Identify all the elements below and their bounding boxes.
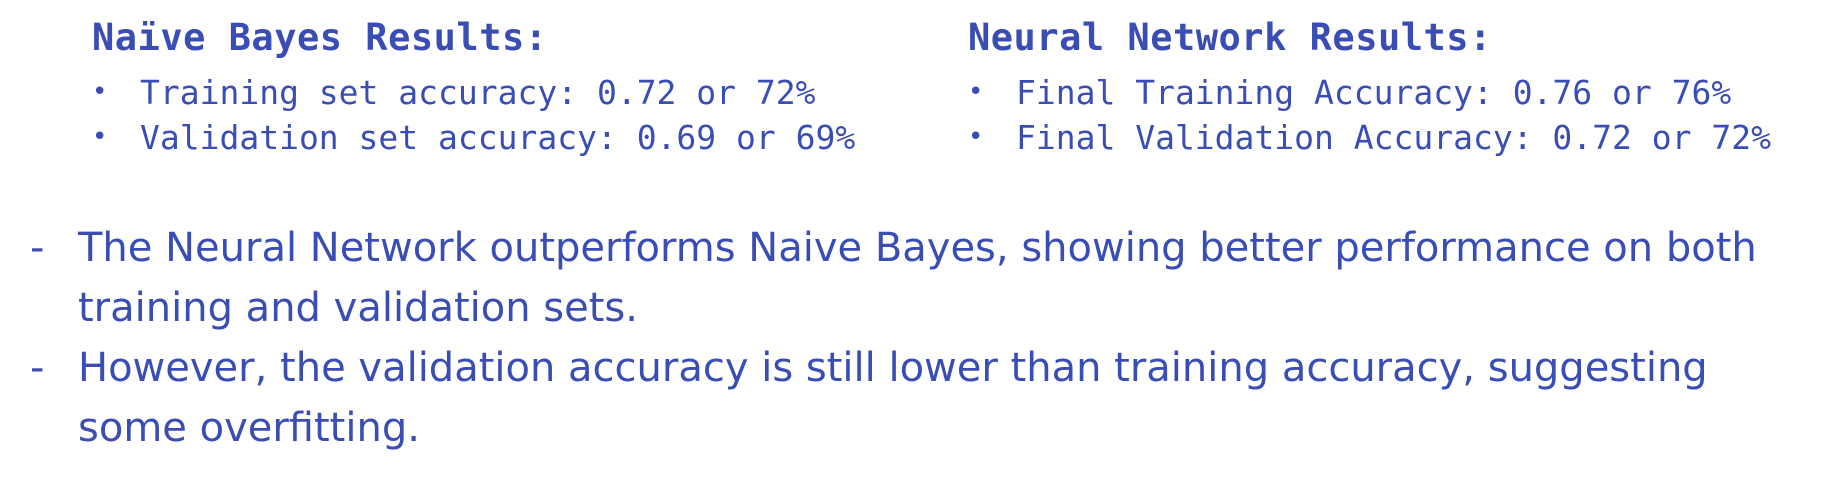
neural-network-validation-accuracy: Final Validation Accuracy: 0.72 or 72% <box>1016 118 1771 157</box>
bullet-icon: • <box>968 77 984 107</box>
list-item: - The Neural Network outperforms Naive B… <box>30 218 1810 338</box>
list-item: • Validation set accuracy: 0.69 or 69% <box>92 115 855 160</box>
bullet-icon: • <box>92 77 108 107</box>
bullet-icon: • <box>92 122 108 152</box>
note-overfitting: However, the validation accuracy is stil… <box>78 345 1708 451</box>
naive-bayes-list: • Training set accuracy: 0.72 or 72% • V… <box>92 70 855 160</box>
dash-marker: - <box>30 225 45 271</box>
naive-bayes-training-accuracy: Training set accuracy: 0.72 or 72% <box>140 73 816 112</box>
dash-marker: - <box>30 345 45 391</box>
list-item: - However, the validation accuracy is st… <box>30 338 1810 458</box>
list-item: • Final Training Accuracy: 0.76 or 76% <box>968 70 1771 115</box>
neural-network-results: Neural Network Results: • Final Training… <box>968 14 1771 160</box>
naive-bayes-title: Naïve Bayes Results: <box>92 16 548 59</box>
list-item: • Final Validation Accuracy: 0.72 or 72% <box>968 115 1771 160</box>
neural-network-training-accuracy: Final Training Accuracy: 0.76 or 76% <box>1016 73 1732 112</box>
bullet-icon: • <box>968 122 984 152</box>
naive-bayes-validation-accuracy: Validation set accuracy: 0.69 or 69% <box>140 118 856 157</box>
note-comparison: The Neural Network outperforms Naive Bay… <box>78 225 1757 331</box>
naive-bayes-results: Naïve Bayes Results: • Training set accu… <box>92 14 855 160</box>
conclusion-notes: - The Neural Network outperforms Naive B… <box>30 218 1810 458</box>
neural-network-list: • Final Training Accuracy: 0.76 or 76% •… <box>968 70 1771 160</box>
neural-network-title: Neural Network Results: <box>968 16 1492 59</box>
list-item: • Training set accuracy: 0.72 or 72% <box>92 70 855 115</box>
results-section: Naïve Bayes Results: • Training set accu… <box>0 14 1830 164</box>
